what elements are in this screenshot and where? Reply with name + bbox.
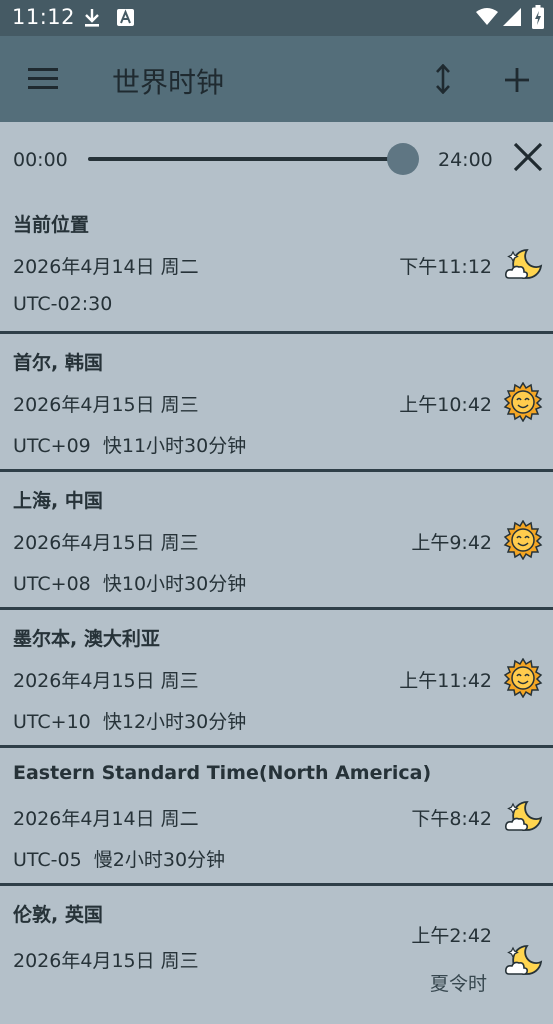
add-city-button[interactable] [505,68,529,96]
app-bar: 世界时钟 [0,36,553,122]
download-icon [85,9,99,27]
utc-offset: UTC-02:30 [13,293,113,315]
clock-card-london[interactable]: 伦敦, 英国 上午2:42 2026年4月15日 周三 夏令时 [0,888,553,1024]
city-name: 墨尔本, 澳大利亚 [13,628,160,650]
close-icon [513,142,543,172]
sun-icon [503,382,543,422]
clock-card-current-location[interactable]: 当前位置 2026年4月14日 周二 下午11:12 UTC-02:30 [0,198,553,334]
status-time: 11:12 [12,5,76,29]
utc-offset: UTC-05 [13,849,82,871]
cell-signal-icon [503,8,521,26]
app-notification-icon [117,9,134,26]
city-date: 2026年4月14日 周二 [13,256,199,278]
plus-icon [505,68,529,92]
utc-offset: UTC+09 [13,435,91,457]
moon-cloud-icon [505,249,543,280]
city-time: 上午10:42 [399,394,492,416]
dst-label: 夏令时 [430,973,488,995]
battery-charging-icon [532,5,544,29]
time-difference: 慢2小时30分钟 [93,849,226,871]
city-time: 上午2:42 [411,925,492,947]
slider-track[interactable] [88,157,403,161]
sort-button[interactable] [434,63,452,98]
city-time: 上午9:42 [411,532,492,554]
hamburger-menu-icon [28,68,58,89]
city-date: 2026年4月15日 周三 [13,950,199,972]
page-title: 世界时钟 [112,66,225,99]
city-name: Eastern Standard Time(North America) [13,762,432,784]
slider-min-label: 00:00 [13,149,68,171]
utc-offset: UTC+08 [13,573,91,595]
city-offset: UTC+10 快12小时30分钟 [13,707,246,734]
sun-icon [503,520,543,560]
city-date: 2026年4月14日 周二 [13,808,199,830]
clock-card-shanghai[interactable]: 上海, 中国 2026年4月15日 周三 上午9:42 UTC+08 快10小时… [0,474,553,610]
wifi-icon [476,8,498,25]
moon-cloud-icon [505,801,543,832]
city-name: 上海, 中国 [13,490,103,512]
time-difference: 快11小时30分钟 [102,435,247,457]
city-name: 伦敦, 英国 [13,904,103,926]
menu-button[interactable] [28,68,58,94]
time-difference: 快12小时30分钟 [102,711,247,733]
city-name: 当前位置 [13,214,90,236]
city-offset: UTC-05 慢2小时30分钟 [13,845,225,872]
city-time: 下午11:12 [399,256,492,278]
city-offset: UTC-02:30 [13,293,112,315]
city-date: 2026年4月15日 周三 [13,394,199,416]
city-time: 上午11:42 [399,670,492,692]
city-time: 下午8:42 [411,808,492,830]
city-name: 首尔, 韩国 [13,352,103,374]
clock-card-melbourne[interactable]: 墨尔本, 澳大利亚 2026年4月15日 周三 上午11:42 UTC+10 快… [0,612,553,748]
status-bar: 11:12 [0,0,553,36]
clock-card-eastern-standard-time[interactable]: Eastern Standard Time(North America) 202… [0,750,553,886]
time-slider-row: 00:00 24:00 [0,122,553,198]
city-offset: UTC+08 快10小时30分钟 [13,569,246,596]
slider-thumb[interactable] [387,143,419,175]
clock-card-seoul[interactable]: 首尔, 韩国 2026年4月15日 周三 上午10:42 UTC+09 快11小… [0,336,553,472]
city-offset: UTC+09 快11小时30分钟 [13,431,246,458]
close-slider-button[interactable] [512,141,544,177]
moon-cloud-icon [505,945,543,976]
city-date: 2026年4月15日 周三 [13,532,199,554]
slider-max-label: 24:00 [438,149,493,171]
time-difference: 快10小时30分钟 [102,573,247,595]
vertical-arrows-icon [436,63,450,95]
city-date: 2026年4月15日 周三 [13,670,199,692]
sun-icon [503,658,543,698]
utc-offset: UTC+10 [13,711,91,733]
